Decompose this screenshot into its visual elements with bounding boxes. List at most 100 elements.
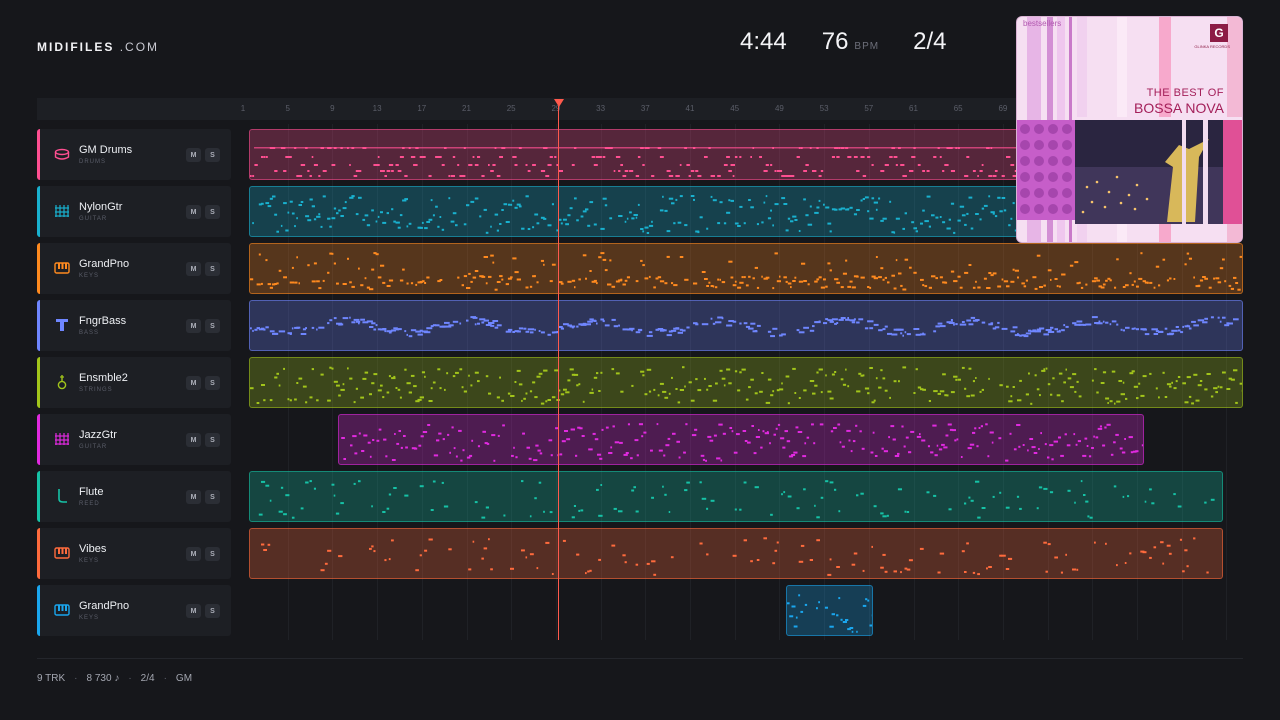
ruler-bar-number: 61 [909,104,918,113]
solo-button[interactable]: S [205,262,220,276]
ruler-bar-number: 45 [730,104,740,113]
playhead[interactable] [558,106,559,640]
mute-button[interactable]: M [186,490,201,504]
album-art-graphic [1017,17,1242,242]
track-category: GUITAR [79,216,108,222]
mute-button[interactable]: M [186,376,201,390]
track-color-stripe [37,243,40,294]
ruler-bar-number: 13 [372,104,382,113]
label-logo: G [1210,24,1228,42]
mute-button[interactable]: M [186,262,201,276]
track-name: GM Drums [79,144,133,156]
duration-display: 4:44 [740,28,787,55]
track-category: REED [79,501,100,507]
note-count: 8 730 ♪ [86,673,120,684]
album-badge: bestsellers [1023,19,1062,28]
bpm-unit: BPM [854,41,880,52]
logo: MIDIFILES .COM [37,40,159,54]
solo-button[interactable]: S [205,433,220,447]
track-header[interactable]: FngrBass BASS M S [37,300,231,351]
track-clip[interactable] [249,357,1243,408]
ruler-bar-number: 33 [596,104,606,113]
logo-bold: MIDIFILES [37,40,115,54]
track-name: Vibes [79,543,107,555]
track-color-stripe [37,129,40,180]
transport-stats: 4:44 76 BPM 2/4 [740,28,946,56]
track-header[interactable]: NylonGtr GUITAR M S [37,186,231,237]
track-clip[interactable] [338,414,1144,465]
ruler-bar-number: 5 [285,104,290,113]
bpm-display: 76 [821,28,849,55]
track-category: BASS [79,330,100,336]
track-color-stripe [37,585,40,636]
mute-button[interactable]: M [186,547,201,561]
ruler-bar-number: 21 [462,104,471,113]
flute-icon [54,488,70,504]
track-header[interactable]: GM Drums DRUMS M S [37,129,231,180]
solo-button[interactable]: S [205,490,220,504]
drum-icon [54,146,70,162]
track-color-stripe [37,300,40,351]
piano-keys-icon [54,545,70,561]
track-clip[interactable] [249,528,1224,579]
mute-button[interactable]: M [186,433,201,447]
track-name: NylonGtr [79,201,123,213]
track-name: Ensmble2 [79,372,128,384]
track-name: JazzGtr [79,429,117,441]
track-color-stripe [37,471,40,522]
track-color-stripe [37,528,40,579]
guitar-fretboard-icon [54,203,70,219]
solo-button[interactable]: S [205,319,220,333]
mute-button[interactable]: M [186,319,201,333]
time-signature-display: 2/4 [913,28,947,55]
track-category: KEYS [79,273,100,279]
ruler-bar-number: 57 [864,104,874,113]
solo-button[interactable]: S [205,547,220,561]
violin-icon [54,374,70,390]
logo-light: .COM [119,40,160,54]
track-header[interactable]: Vibes KEYS M S [37,528,231,579]
ruler-bar-number: 37 [640,104,650,113]
midi-standard: GM [175,673,193,684]
mute-button[interactable]: M [186,604,201,618]
track-name: FngrBass [79,315,127,327]
album-title-line1: THE BEST OF [1146,87,1224,99]
ruler-bar-number: 69 [998,104,1008,113]
ruler-bar-number: 49 [774,104,784,113]
ruler-bar-number: 17 [417,104,427,113]
playhead-handle[interactable] [554,99,564,107]
track-clip[interactable] [249,300,1243,351]
track-count: 9 TRK [37,673,66,684]
solo-button[interactable]: S [205,205,220,219]
track-clip[interactable] [249,471,1224,522]
track-header[interactable]: JazzGtr GUITAR M S [37,414,231,465]
track-clip[interactable] [249,243,1243,294]
footer-divider [37,658,1243,659]
solo-button[interactable]: S [205,148,220,162]
solo-button[interactable]: S [205,604,220,618]
ruler-bar-number: 25 [506,104,516,113]
track-color-stripe [37,186,40,237]
mute-button[interactable]: M [186,205,201,219]
track-header[interactable]: GrandPno KEYS M S [37,243,231,294]
ruler-bar-number: 41 [685,104,695,113]
track-name: GrandPno [79,600,130,612]
ruler-bar-number: 1 [240,104,246,113]
mute-button[interactable]: M [186,148,201,162]
track-category: DRUMS [79,159,106,165]
track-header[interactable]: GrandPno KEYS M S [37,585,231,636]
footer-summary: 9 TRK · 8 730 ♪ · 2/4 · GM [37,673,193,684]
track-header[interactable]: Flute REED M S [37,471,231,522]
solo-button[interactable]: S [205,376,220,390]
track-name: GrandPno [79,258,130,270]
track-clip[interactable] [785,585,874,636]
piano-keys-icon [54,260,70,276]
ruler-bar-number: 65 [953,104,963,113]
track-header[interactable]: Ensmble2 STRINGS M S [37,357,231,408]
ruler-bar-number: 53 [819,104,829,113]
track-category: GUITAR [79,444,108,450]
bass-icon [54,317,70,333]
track-name: Flute [79,486,104,498]
track-color-stripe [37,414,40,465]
track-category: KEYS [79,558,100,564]
